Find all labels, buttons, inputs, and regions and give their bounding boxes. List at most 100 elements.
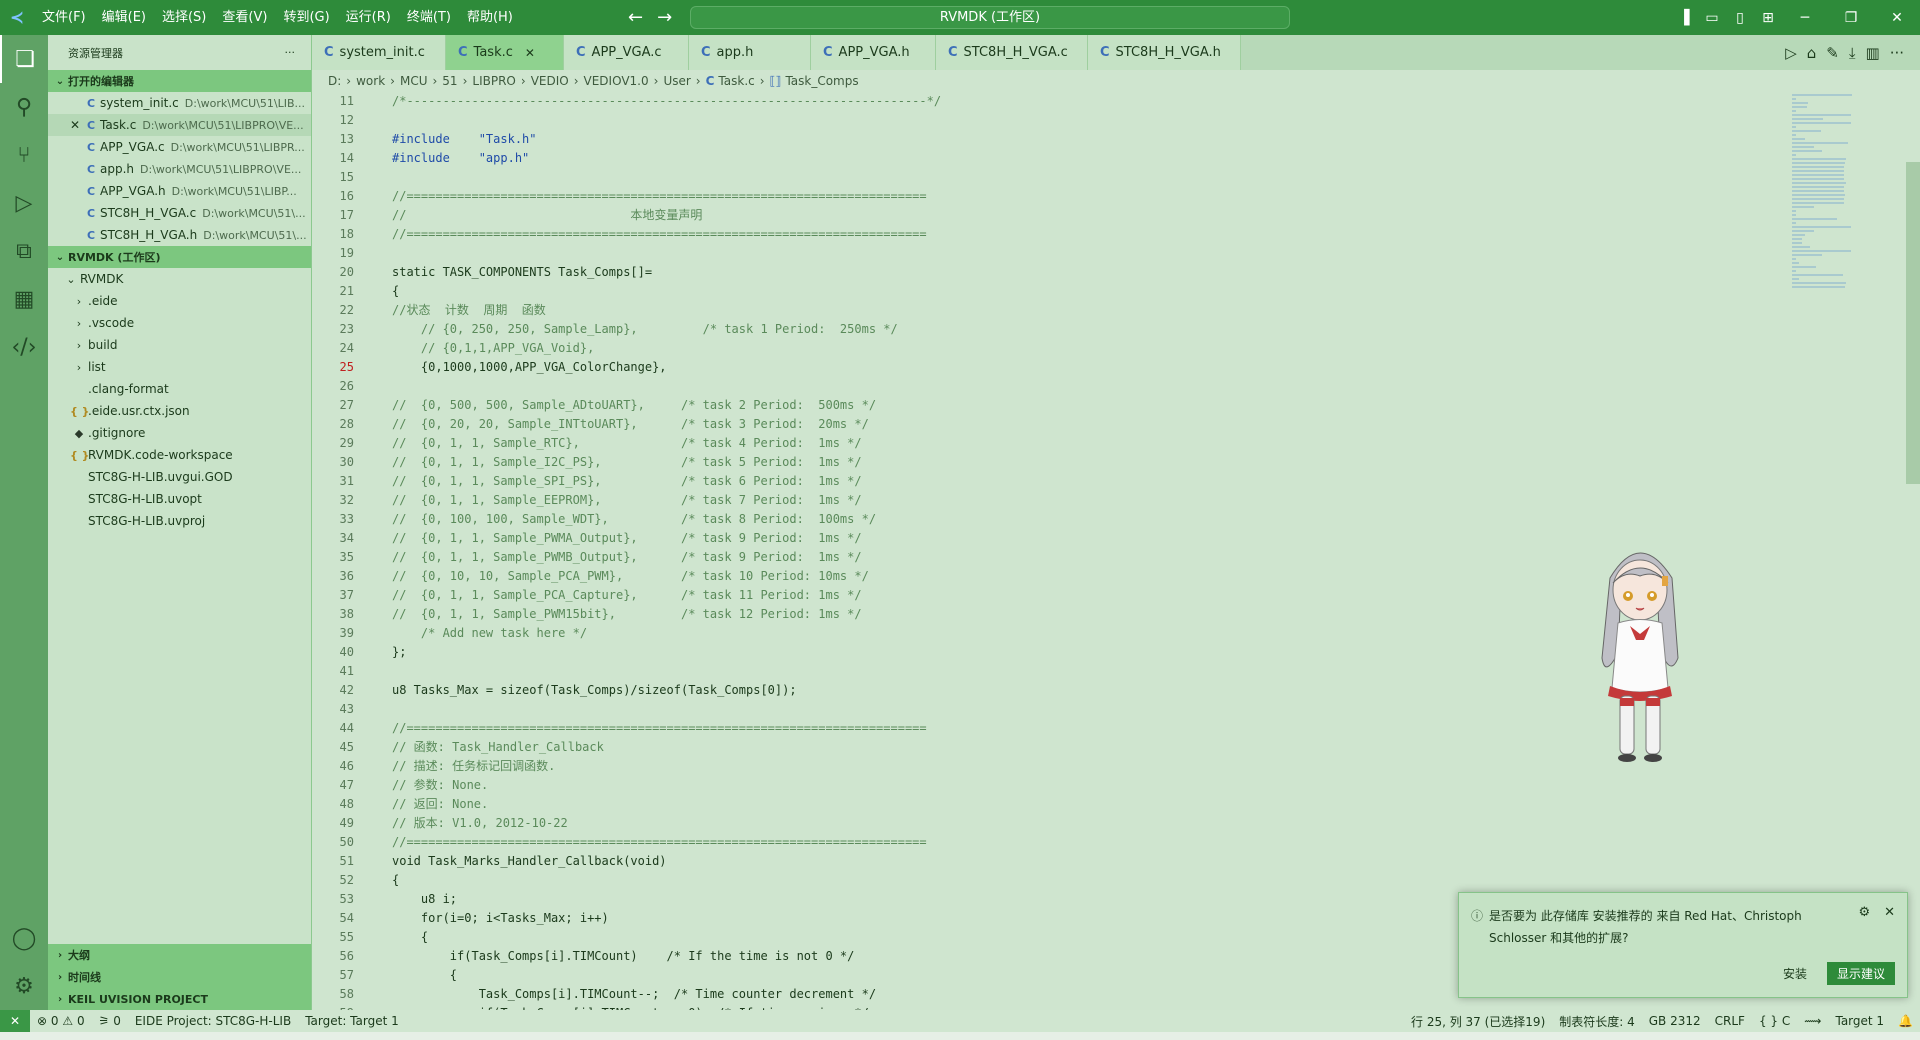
open-editor-item[interactable]: C APP_VGA.h D:\work\MCU\51\LIBP... bbox=[48, 180, 311, 202]
code-line[interactable]: 42 u8 Tasks_Max = sizeof(Task_Comps)/size… bbox=[312, 681, 1792, 700]
code-editor[interactable]: 11 /*------------------------------------… bbox=[312, 92, 1792, 1010]
open-editor-item[interactable]: C STC8H_H_VGA.h D:\work\MCU\51\... bbox=[48, 224, 311, 246]
code-line[interactable]: 23 // {0, 250, 250, Sample_Lamp}, /* tas… bbox=[312, 320, 1792, 339]
run-project-icon[interactable]: ▷ bbox=[1785, 44, 1797, 62]
keil-project-header[interactable]: › KEIL UVISION PROJECT bbox=[48, 988, 311, 1010]
code-line[interactable]: 25 {0,1000,1000,APP_VGA_ColorChange}, bbox=[312, 358, 1792, 377]
tree-file[interactable]: { } .eide.usr.ctx.json bbox=[48, 400, 311, 422]
layout-secondary-icon[interactable]: ▯ bbox=[1726, 10, 1754, 26]
tab-app-vga-h[interactable]: C APP_VGA.h bbox=[811, 35, 936, 70]
code-line[interactable]: 40}; bbox=[312, 643, 1792, 662]
code-line[interactable]: 34 // {0, 1, 1, Sample_PWMA_Output}, /* t… bbox=[312, 529, 1792, 548]
code-line[interactable]: 30 // {0, 1, 1, Sample_I2C_PS}, /* task 5… bbox=[312, 453, 1792, 472]
tree-file[interactable]: STC8G-H-LIB.uvgui.GOD bbox=[48, 466, 311, 488]
code-line[interactable]: 11 /*------------------------------------… bbox=[312, 92, 1792, 111]
command-center[interactable]: RVMDK (工作区) bbox=[690, 6, 1290, 29]
minimize-icon[interactable]: ─ bbox=[1782, 10, 1828, 26]
language-mode[interactable]: { } C bbox=[1752, 1014, 1797, 1028]
outline-header[interactable]: › 大纲 bbox=[48, 944, 311, 966]
code-line[interactable]: 52 { bbox=[312, 871, 1792, 890]
cursor-position[interactable]: 行 25, 列 37 (已选择19) bbox=[1404, 1013, 1552, 1030]
tree-folder[interactable]: › build bbox=[48, 334, 311, 356]
close-tab-icon[interactable]: ✕ bbox=[525, 46, 535, 60]
code-line[interactable]: 45 // 函数: Task_Handler_Callback bbox=[312, 738, 1792, 757]
layout-customize-icon[interactable]: ⊞ bbox=[1754, 10, 1782, 26]
code-line[interactable]: 44 //====================================… bbox=[312, 719, 1792, 738]
tab-task-c[interactable]: C Task.c ✕ bbox=[446, 35, 564, 70]
remote-icon[interactable]: ✕ bbox=[0, 1010, 30, 1032]
code-line[interactable]: 41 bbox=[312, 662, 1792, 681]
code-line[interactable]: 36 // {0, 10, 10, Sample_PCA_PWM}, /* tas… bbox=[312, 567, 1792, 586]
chip-icon[interactable]: ▦ bbox=[0, 275, 48, 323]
code-line[interactable]: 20 static TASK_COMPONENTS Task_Comps[]= bbox=[312, 263, 1792, 282]
tree-file[interactable]: .clang-format bbox=[48, 378, 311, 400]
breadcrumb-item[interactable]: D: bbox=[328, 74, 341, 88]
eide-target-status[interactable]: Target: Target 1 bbox=[298, 1014, 406, 1028]
open-editors-header[interactable]: ⌄ 打开的编辑器 bbox=[48, 70, 311, 92]
code-line[interactable]: 43 bbox=[312, 700, 1792, 719]
search-icon[interactable]: ⚲ bbox=[0, 83, 48, 131]
timeline-header[interactable]: › 时间线 bbox=[48, 966, 311, 988]
code-line[interactable]: 28 // {0, 20, 20, Sample_INTtoUART}, /* t… bbox=[312, 415, 1792, 434]
layout-panel-icon[interactable]: ▭ bbox=[1698, 10, 1726, 26]
line-ending[interactable]: CRLF bbox=[1708, 1014, 1752, 1028]
open-editor-item[interactable]: C APP_VGA.c D:\work\MCU\51\LIBPR... bbox=[48, 136, 311, 158]
code-line[interactable]: 26 bbox=[312, 377, 1792, 396]
ports-indicator[interactable]: ⚞ 0 bbox=[92, 1014, 128, 1028]
code-line[interactable]: 15 bbox=[312, 168, 1792, 187]
code-line[interactable]: 27 // {0, 500, 500, Sample_ADtoUART}, /* … bbox=[312, 396, 1792, 415]
layout-sidebar-icon[interactable]: ▐ bbox=[1670, 10, 1698, 26]
code-line[interactable]: 46 // 描述: 任务标记回调函数. bbox=[312, 757, 1792, 776]
restore-icon[interactable]: ❐ bbox=[1828, 10, 1874, 26]
indentation[interactable]: 制表符长度: 4 bbox=[1552, 1013, 1642, 1030]
more-actions-icon[interactable]: ··· bbox=[285, 46, 296, 59]
eide-icon[interactable]: ‹/› bbox=[0, 323, 48, 371]
close-window-icon[interactable]: ✕ bbox=[1874, 10, 1920, 26]
code-line[interactable]: 18 //====================================… bbox=[312, 225, 1792, 244]
breadcrumb-item[interactable]: Task.c bbox=[718, 74, 754, 88]
code-line[interactable]: 31 // {0, 1, 1, Sample_SPI_PS}, /* task 6… bbox=[312, 472, 1792, 491]
install-button[interactable]: 安装 bbox=[1773, 962, 1817, 985]
run-debug-icon[interactable]: ▷ bbox=[0, 179, 48, 227]
arrow-left-icon[interactable]: ← bbox=[628, 7, 643, 28]
eide-project-status[interactable]: EIDE Project: STC8G-H-LIB bbox=[128, 1014, 298, 1028]
gear-icon[interactable]: ⚙ bbox=[0, 962, 48, 1010]
more-actions-icon[interactable]: ··· bbox=[1890, 44, 1904, 62]
code-line[interactable]: 16 //====================================… bbox=[312, 187, 1792, 206]
code-line[interactable]: 37 // {0, 1, 1, Sample_PCA_Capture}, /* t… bbox=[312, 586, 1792, 605]
menu-terminal[interactable]: 终端(T) bbox=[399, 0, 459, 35]
code-line[interactable]: 19 bbox=[312, 244, 1792, 263]
code-line[interactable]: 29 // {0, 1, 1, Sample_RTC}, /* task 4 Pe… bbox=[312, 434, 1792, 453]
close-editor-icon[interactable]: ✕ bbox=[68, 118, 82, 132]
code-line[interactable]: 32 // {0, 1, 1, Sample_EEPROM}, /* task 7… bbox=[312, 491, 1792, 510]
arrow-right-icon[interactable]: → bbox=[657, 7, 672, 28]
tab-system-init-c[interactable]: Csystem_init.c bbox=[312, 35, 446, 70]
extensions-icon[interactable]: ⧉ bbox=[0, 227, 48, 275]
code-line[interactable]: 50 //====================================… bbox=[312, 833, 1792, 852]
workspace-header[interactable]: ⌄ RVMDK (工作区) bbox=[48, 246, 311, 268]
menu-file[interactable]: 文件(F) bbox=[34, 0, 94, 35]
code-line[interactable]: 24 // {0,1,1,APP_VGA_Void}, bbox=[312, 339, 1792, 358]
tree-file[interactable]: ◆ .gitignore bbox=[48, 422, 311, 444]
close-icon[interactable]: ✕ bbox=[1884, 905, 1895, 920]
tree-folder[interactable]: › list bbox=[48, 356, 311, 378]
tab-app-h[interactable]: Capp.h bbox=[689, 35, 811, 70]
minimap[interactable] bbox=[1792, 92, 1872, 288]
split-editor-icon[interactable]: ▥ bbox=[1866, 44, 1880, 62]
menu-go[interactable]: 转到(G) bbox=[275, 0, 337, 35]
breadcrumb-item[interactable]: 51 bbox=[442, 74, 457, 88]
account-icon[interactable]: ◯ bbox=[0, 914, 48, 962]
menu-view[interactable]: 查看(V) bbox=[214, 0, 275, 35]
open-editor-item[interactable]: C app.h D:\work\MCU\51\LIBPRO\VE... bbox=[48, 158, 311, 180]
menu-help[interactable]: 帮助(H) bbox=[459, 0, 521, 35]
explorer-icon[interactable]: ❏ bbox=[0, 35, 48, 83]
breadcrumb-item[interactable]: VEDIO bbox=[531, 74, 569, 88]
breadcrumb-item[interactable]: MCU bbox=[400, 74, 428, 88]
tree-file[interactable]: { } RVMDK.code-workspace bbox=[48, 444, 311, 466]
show-recommendations-button[interactable]: 显示建议 bbox=[1826, 962, 1895, 985]
code-line[interactable]: 39 /* Add new task here */ bbox=[312, 624, 1792, 643]
open-editor-item[interactable]: C STC8H_H_VGA.c D:\work\MCU\51\... bbox=[48, 202, 311, 224]
download-icon[interactable]: ⤓ bbox=[1849, 44, 1856, 62]
tree-folder[interactable]: › .eide bbox=[48, 290, 311, 312]
code-line[interactable]: 49 // 版本: V1.0, 2012-10-22 bbox=[312, 814, 1792, 833]
